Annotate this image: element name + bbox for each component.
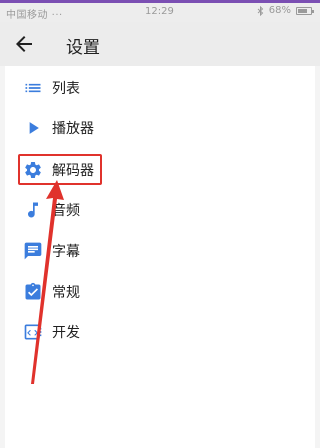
page-title: 设置: [66, 38, 100, 58]
arrow-back-icon: [16, 36, 32, 52]
menu-item-label: 开发: [52, 325, 80, 341]
status-right: 68%: [257, 5, 314, 16]
menu-item-label: 常规: [52, 285, 80, 301]
status-bar: 中国移动 ··· 12:29 68%: [0, 3, 320, 22]
menu-item-audio[interactable]: 音频: [22, 196, 80, 224]
menu-item-label: 音频: [52, 203, 80, 219]
menu-item-subtitles[interactable]: 字幕: [22, 237, 80, 265]
menu-item-label: 播放器: [52, 121, 94, 137]
menu-item-label: 字幕: [52, 244, 80, 260]
status-time: 12:29: [145, 6, 174, 17]
list-icon: [22, 77, 44, 99]
menu-item-player[interactable]: 播放器: [22, 114, 94, 142]
music-note-icon: [22, 199, 44, 221]
menu-item-general[interactable]: 常规: [22, 278, 80, 306]
subtitles-icon: [22, 240, 44, 262]
decoder-highlight-box: [18, 154, 102, 185]
carrier-signal: 中国移动 ···: [6, 10, 63, 21]
checkbox-icon: [22, 281, 44, 303]
app-bar: 设置: [0, 22, 320, 66]
bluetooth-icon: [257, 5, 263, 16]
edge-shade-right: [315, 66, 320, 448]
battery-percent: 68%: [268, 5, 291, 16]
back-button[interactable]: [12, 32, 36, 56]
play-icon: [22, 117, 44, 139]
developer-icon: [22, 321, 44, 343]
menu-item-label: 列表: [52, 81, 80, 97]
menu-item-developer[interactable]: 开发: [22, 318, 80, 346]
menu-item-list[interactable]: 列表: [22, 74, 80, 102]
battery-icon: [296, 6, 314, 15]
